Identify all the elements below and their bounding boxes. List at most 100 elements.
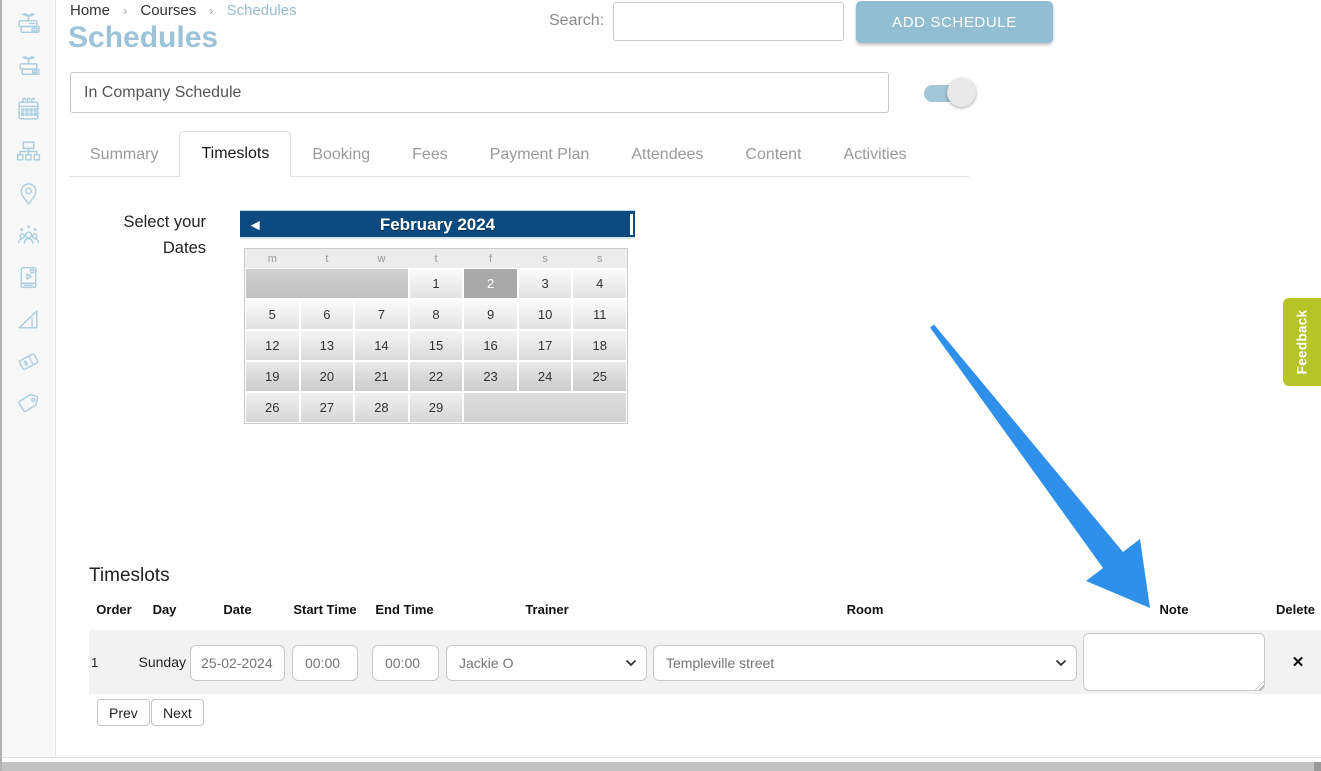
- calendar-day-21[interactable]: 21: [354, 361, 409, 392]
- calendar-day-6[interactable]: 6: [300, 299, 355, 330]
- sidebar-item-groups[interactable]: [15, 222, 43, 249]
- growth-chart-icon: [15, 306, 42, 333]
- tab-booking[interactable]: Booking: [291, 134, 391, 176]
- calendar-day-20[interactable]: 20: [300, 361, 355, 392]
- sidebar-item-tickets[interactable]: [15, 348, 43, 375]
- schedule-name-input[interactable]: [70, 72, 889, 113]
- calendar-dow-label: w: [354, 249, 409, 268]
- delete-row-button[interactable]: ✕: [1287, 651, 1309, 673]
- location-pin-icon: [15, 180, 42, 207]
- column-header-order: Order: [89, 602, 139, 617]
- end-time-input[interactable]: [372, 645, 439, 681]
- calendar-day-16[interactable]: 16: [463, 330, 518, 361]
- sidebar-item-courses[interactable]: [15, 12, 43, 39]
- calendar-day-26[interactable]: 26: [245, 392, 300, 423]
- calendar-day-23[interactable]: 23: [463, 361, 518, 392]
- calendar-day-18[interactable]: 18: [572, 330, 627, 361]
- sidebar-item-locations[interactable]: [15, 180, 43, 207]
- breadcrumb-schedules: Schedules: [227, 2, 297, 19]
- note-textarea[interactable]: [1083, 633, 1265, 691]
- calendar-dow-label: t: [409, 249, 464, 268]
- calendar-day-29[interactable]: 29: [409, 392, 464, 423]
- sidebar-item-schedules[interactable]: [15, 54, 43, 81]
- calendar-day-2[interactable]: 2: [463, 268, 518, 299]
- sidebar-item-elearning[interactable]: [15, 264, 43, 291]
- calendar-day-14[interactable]: 14: [354, 330, 409, 361]
- column-header-day: Day: [139, 602, 190, 617]
- calendar-day-25[interactable]: 25: [572, 361, 627, 392]
- calendar-day-4[interactable]: 4: [572, 268, 627, 299]
- select-dates-label: Select your Dates: [80, 209, 206, 261]
- sidebar-item-reports[interactable]: [15, 306, 43, 333]
- calendar-day-8[interactable]: 8: [409, 299, 464, 330]
- start-time-input[interactable]: [292, 645, 358, 681]
- next-page-button[interactable]: Next: [151, 699, 204, 726]
- calendar-day-12[interactable]: 12: [245, 330, 300, 361]
- date-input[interactable]: [190, 645, 285, 681]
- next-month-icon[interactable]: [630, 214, 633, 235]
- calendar-day-5[interactable]: 5: [245, 299, 300, 330]
- prev-page-button[interactable]: Prev: [97, 699, 150, 726]
- calendar-dow-label: f: [463, 249, 518, 268]
- trainer-select[interactable]: Jackie O: [446, 645, 647, 681]
- schedule-active-toggle[interactable]: [924, 78, 976, 108]
- breadcrumb-separator-icon: ›: [209, 4, 213, 18]
- calendar-day-22[interactable]: 22: [409, 361, 464, 392]
- calendar-dow-label: m: [245, 249, 300, 268]
- add-schedule-button[interactable]: ADD SCHEDULE: [856, 1, 1053, 43]
- calendar-empty-cell: [245, 268, 409, 299]
- breadcrumb: Home › Courses › Schedules: [70, 2, 297, 19]
- calendar: mtwtfss 12345678910111213141516171819202…: [244, 248, 628, 424]
- calendar-grid: 1234567891011121314151617181920212223242…: [245, 268, 627, 423]
- tab-attendees[interactable]: Attendees: [610, 134, 724, 176]
- feedback-tab[interactable]: Feedback: [1283, 298, 1321, 386]
- horizontal-scrollbar[interactable]: [0, 762, 1321, 771]
- calendar-day-9[interactable]: 9: [463, 299, 518, 330]
- calendar-day-13[interactable]: 13: [300, 330, 355, 361]
- breadcrumb-home[interactable]: Home: [70, 2, 110, 19]
- people-group-icon: [15, 222, 42, 249]
- scrollbar-end-cap: [1314, 762, 1321, 771]
- calendar-empty-cell: [463, 392, 627, 423]
- timeslots-heading: Timeslots: [89, 565, 170, 587]
- elearning-book-icon: [15, 264, 42, 291]
- breadcrumb-courses[interactable]: Courses: [140, 2, 196, 19]
- calendar-day-10[interactable]: 10: [518, 299, 573, 330]
- sidebar-item-tags[interactable]: [15, 390, 43, 417]
- column-header-end-time: End Time: [368, 602, 441, 617]
- calendar-day-24[interactable]: 24: [518, 361, 573, 392]
- tag-icon: [15, 390, 42, 417]
- calendar-day-7[interactable]: 7: [354, 299, 409, 330]
- tab-content[interactable]: Content: [724, 134, 822, 176]
- search-input[interactable]: [613, 2, 844, 41]
- room-select[interactable]: Templeville street: [653, 645, 1077, 681]
- search-label: Search:: [549, 12, 604, 30]
- schedules-books-icon: [15, 54, 42, 81]
- calendar-dow-label: s: [518, 249, 573, 268]
- calendar-day-1[interactable]: 1: [409, 268, 464, 299]
- column-header-delete: Delete: [1270, 602, 1321, 617]
- breadcrumb-separator-icon: ›: [123, 4, 127, 18]
- tab-fees[interactable]: Fees: [391, 134, 469, 176]
- column-header-date: Date: [190, 602, 285, 617]
- room-select-wrap: Templeville street: [653, 645, 1077, 681]
- calendar-day-15[interactable]: 15: [409, 330, 464, 361]
- calendar-icon: [15, 96, 42, 123]
- tab-summary[interactable]: Summary: [69, 134, 179, 176]
- column-header-room: Room: [653, 602, 1077, 617]
- feedback-tab-label: Feedback: [1295, 310, 1310, 375]
- tab-payment-plan[interactable]: Payment Plan: [469, 134, 611, 176]
- tab-activities[interactable]: Activities: [822, 134, 927, 176]
- timeslot-day: Sunday: [139, 640, 190, 684]
- sidebar-item-structure[interactable]: [15, 138, 43, 165]
- calendar-day-28[interactable]: 28: [354, 392, 409, 423]
- sidebar-item-calendar[interactable]: [15, 96, 43, 123]
- calendar-day-27[interactable]: 27: [300, 392, 355, 423]
- calendar-day-19[interactable]: 19: [245, 361, 300, 392]
- page-title: Schedules: [68, 21, 218, 55]
- prev-month-icon[interactable]: ◀: [251, 218, 259, 231]
- tab-timeslots[interactable]: Timeslots: [179, 131, 291, 177]
- calendar-day-11[interactable]: 11: [572, 299, 627, 330]
- calendar-day-17[interactable]: 17: [518, 330, 573, 361]
- calendar-day-3[interactable]: 3: [518, 268, 573, 299]
